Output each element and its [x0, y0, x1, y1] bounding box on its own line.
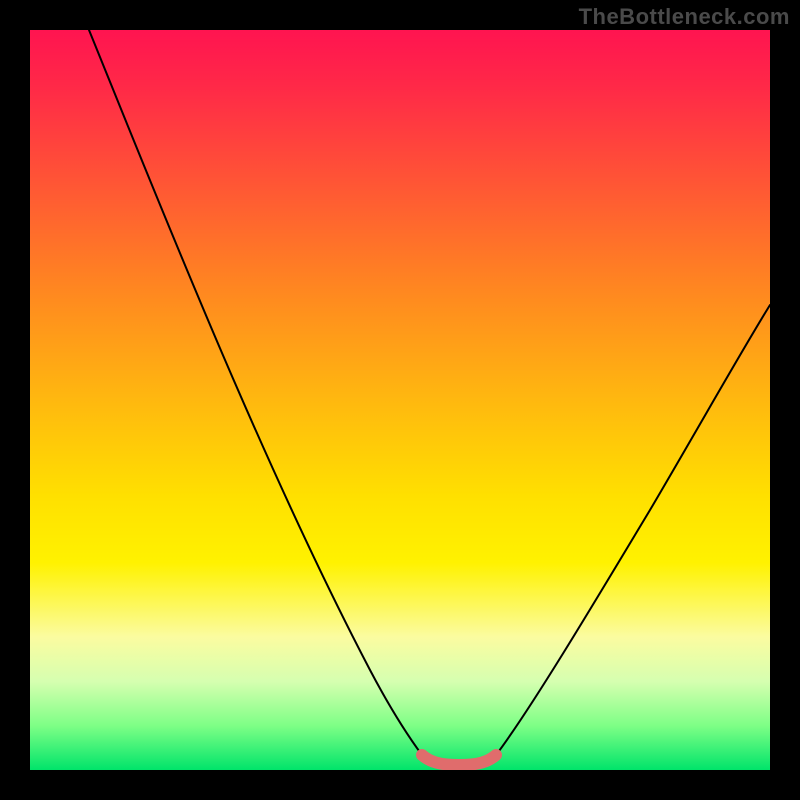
chart-frame: TheBottleneck.com — [0, 0, 800, 800]
curve-trough-highlight — [422, 755, 496, 765]
curve-layer — [30, 30, 770, 770]
curve-right-branch — [496, 305, 770, 755]
plot-area — [30, 30, 770, 770]
watermark-text: TheBottleneck.com — [579, 4, 790, 30]
curve-left-branch — [89, 30, 422, 755]
